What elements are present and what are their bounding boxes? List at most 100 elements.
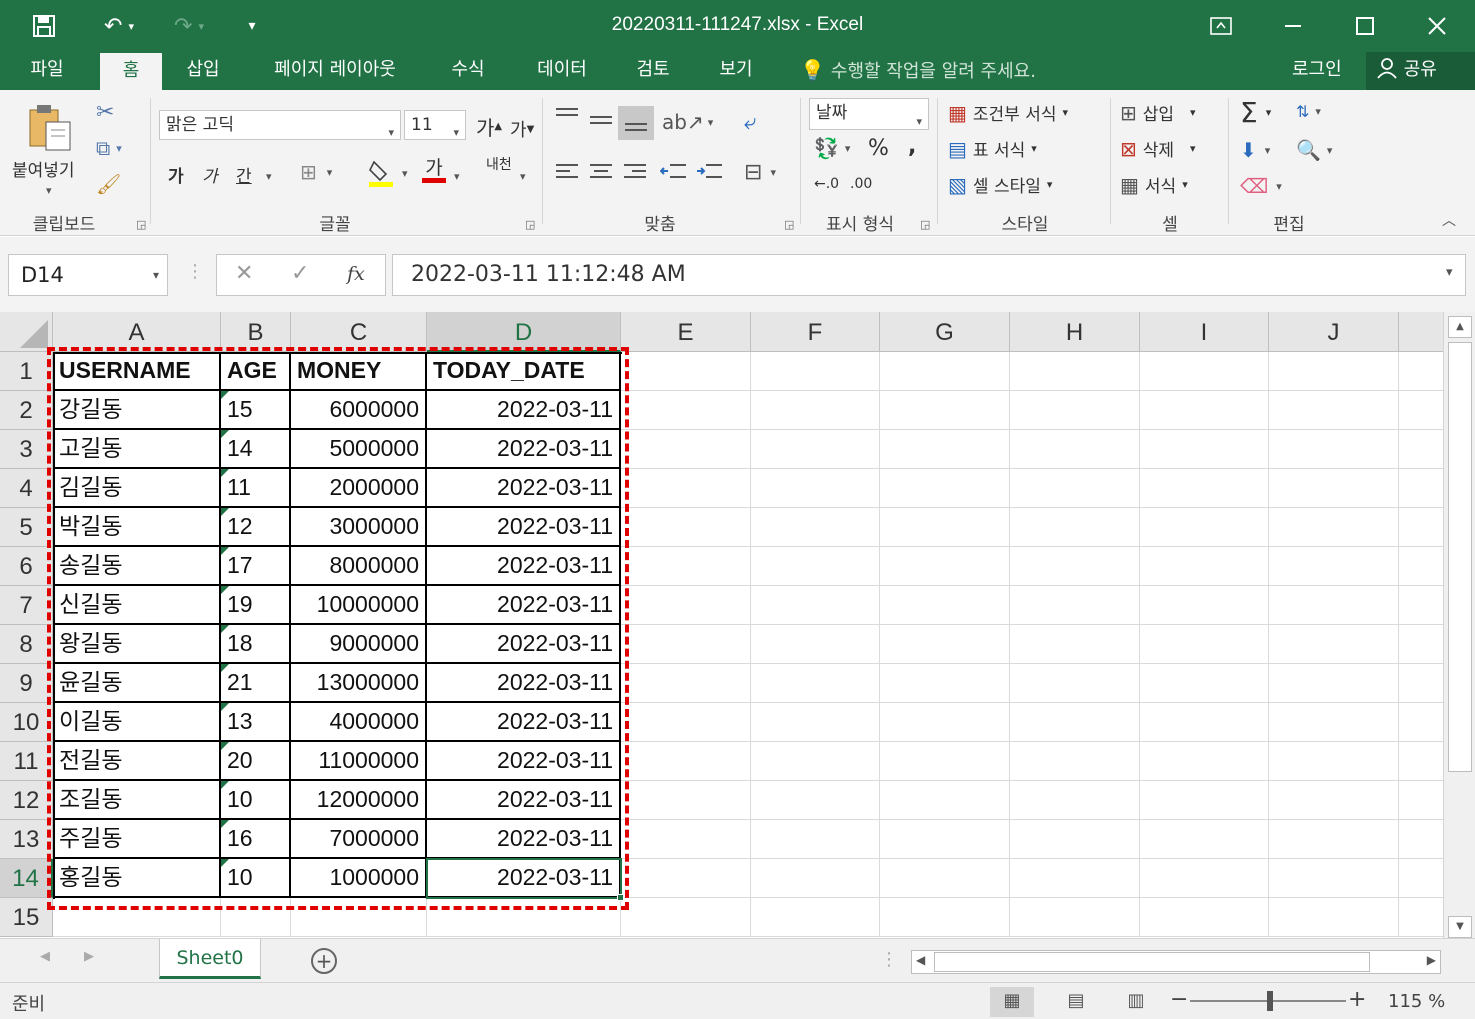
cell-i13[interactable]: [1140, 820, 1269, 859]
cell-i12[interactable]: [1140, 781, 1269, 820]
cell-f8[interactable]: [751, 625, 880, 664]
cell-j10[interactable]: [1269, 703, 1399, 742]
tell-me-search[interactable]: 💡 수행할 작업을 알려 주세요.: [800, 52, 1036, 90]
cell-k11[interactable]: [1399, 742, 1443, 781]
row-header-2[interactable]: 2: [0, 391, 53, 430]
row-header-12[interactable]: 12: [0, 781, 53, 820]
insert-cells-button[interactable]: ⊞ 삽입 ▾: [1120, 100, 1196, 126]
column-header-e[interactable]: E: [621, 312, 751, 352]
tab-insert[interactable]: 삽입: [172, 52, 234, 90]
shrink-font-button[interactable]: 가 ▼: [510, 116, 534, 142]
cell-j2[interactable]: [1269, 391, 1399, 430]
cell-e5[interactable]: [621, 508, 751, 547]
cell-h15[interactable]: [1010, 898, 1140, 937]
cell-j6[interactable]: [1269, 547, 1399, 586]
cell-j4[interactable]: [1269, 469, 1399, 508]
clear-icon[interactable]: ⌫ ▾: [1240, 174, 1282, 198]
cell-i3[interactable]: [1140, 430, 1269, 469]
align-center-icon[interactable]: [588, 162, 614, 182]
font-size-input[interactable]: 11 ▾: [404, 110, 466, 140]
tab-page-layout[interactable]: 페이지 레이아웃: [254, 52, 416, 90]
cell-k7[interactable]: [1399, 586, 1443, 625]
cell-g8[interactable]: [880, 625, 1010, 664]
cell-j5[interactable]: [1269, 508, 1399, 547]
row-header-11[interactable]: 11: [0, 742, 53, 781]
cell-h8[interactable]: [1010, 625, 1140, 664]
cell-f14[interactable]: [751, 859, 880, 898]
cell-g9[interactable]: [880, 664, 1010, 703]
previous-sheet-icon[interactable]: ◀: [40, 949, 50, 964]
cell-i8[interactable]: [1140, 625, 1269, 664]
cell-k3[interactable]: [1399, 430, 1443, 469]
font-name-input[interactable]: 맑은 고딕 ▾: [159, 110, 401, 140]
cell-k9[interactable]: [1399, 664, 1443, 703]
scroll-down-icon[interactable]: ▼: [1448, 916, 1472, 938]
cell-k13[interactable]: [1399, 820, 1443, 859]
cell-j1[interactable]: [1269, 352, 1399, 391]
cell-i2[interactable]: [1140, 391, 1269, 430]
comma-style-button[interactable]: ,: [908, 134, 916, 159]
row-header-1[interactable]: 1: [0, 352, 53, 391]
cell-k8[interactable]: [1399, 625, 1443, 664]
cell-i4[interactable]: [1140, 469, 1269, 508]
cell-e9[interactable]: [621, 664, 751, 703]
row-header-8[interactable]: 8: [0, 625, 53, 664]
cell-e4[interactable]: [621, 469, 751, 508]
cell-h9[interactable]: [1010, 664, 1140, 703]
formula-input[interactable]: 2022-03-11 11:12:48 AM: [392, 254, 1466, 296]
cell-h4[interactable]: [1010, 469, 1140, 508]
add-sheet-icon[interactable]: +: [311, 948, 337, 974]
scroll-up-icon[interactable]: ▲: [1448, 316, 1472, 338]
cell-h1[interactable]: [1010, 352, 1140, 391]
cell-i6[interactable]: [1140, 547, 1269, 586]
cell-k15[interactable]: [1399, 898, 1443, 937]
cell-i11[interactable]: [1140, 742, 1269, 781]
fill-icon[interactable]: ⬇ ▾: [1240, 138, 1270, 162]
cell-k12[interactable]: [1399, 781, 1443, 820]
cell-h5[interactable]: [1010, 508, 1140, 547]
borders-icon[interactable]: ⊞ ▾: [300, 160, 332, 184]
cancel-icon[interactable]: ✕: [235, 261, 253, 286]
tab-formulas[interactable]: 수식: [436, 52, 500, 90]
row-header-5[interactable]: 5: [0, 508, 53, 547]
next-sheet-icon[interactable]: ▶: [84, 949, 94, 964]
cell-g15[interactable]: [880, 898, 1010, 937]
vertical-scroll-thumb[interactable]: [1448, 342, 1472, 772]
column-header-d[interactable]: D: [427, 312, 621, 352]
find-select-icon[interactable]: 🔍 ▾: [1296, 138, 1332, 162]
zoom-out-button[interactable]: −: [1170, 987, 1188, 1012]
font-dialog-launcher-icon[interactable]: ◲: [525, 218, 535, 231]
cell-h2[interactable]: [1010, 391, 1140, 430]
row-header-4[interactable]: 4: [0, 469, 53, 508]
row-header-15[interactable]: 15: [0, 898, 53, 937]
expand-formula-bar-icon[interactable]: ▾: [1446, 265, 1453, 280]
paste-button[interactable]: 붙여넣기: [12, 156, 75, 181]
clipboard-dialog-launcher-icon[interactable]: ◲: [136, 218, 146, 231]
column-header[interactable]: [1399, 312, 1443, 352]
select-all-button[interactable]: [0, 312, 53, 352]
normal-view-icon[interactable]: ▦: [990, 987, 1034, 1017]
cell-e11[interactable]: [621, 742, 751, 781]
cell-f5[interactable]: [751, 508, 880, 547]
cell-f10[interactable]: [751, 703, 880, 742]
worksheet-grid[interactable]: A B C D E F G H I J 1 2 3 4 5 6 7 8 9 10 11 12 13 14 15 USERNAME A…: [0, 312, 1443, 938]
align-bottom-icon[interactable]: [618, 106, 654, 140]
underline-button[interactable]: 간: [236, 162, 252, 187]
minimize-button[interactable]: [1257, 0, 1329, 52]
cell-k5[interactable]: [1399, 508, 1443, 547]
row-header-10[interactable]: 10: [0, 703, 53, 742]
align-middle-icon[interactable]: [588, 112, 614, 132]
decrease-indent-icon[interactable]: [660, 162, 688, 182]
tab-home[interactable]: 홈: [100, 53, 162, 90]
horizontal-scroll-thumb[interactable]: [934, 952, 1370, 972]
cell-g12[interactable]: [880, 781, 1010, 820]
cell-i15[interactable]: [1140, 898, 1269, 937]
font-color-dropdown-icon[interactable]: ▾: [454, 170, 460, 183]
scroll-left-icon[interactable]: ◀: [916, 953, 925, 967]
align-top-icon[interactable]: [554, 106, 580, 126]
format-cells-button[interactable]: ▦ 서식 ▾: [1120, 172, 1188, 198]
format-painter-icon[interactable]: 🖌: [96, 172, 121, 196]
cell-k14[interactable]: [1399, 859, 1443, 898]
accounting-format-icon[interactable]: 💱 ▾: [814, 136, 850, 160]
cell-j3[interactable]: [1269, 430, 1399, 469]
